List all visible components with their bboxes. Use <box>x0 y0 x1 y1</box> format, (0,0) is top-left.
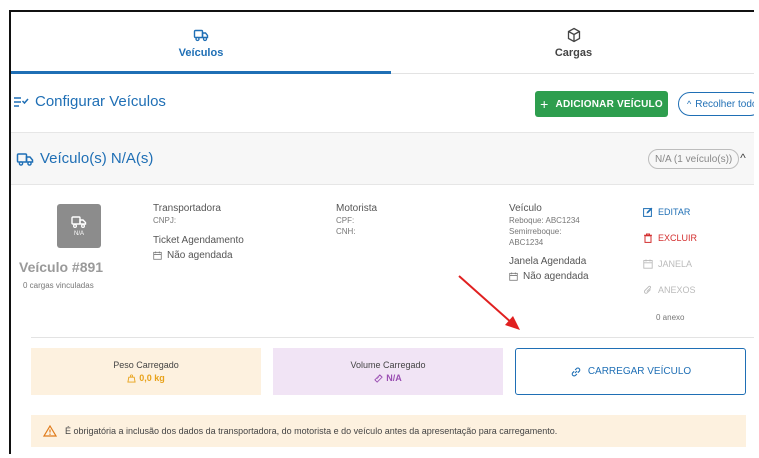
volume-value: N/A <box>386 373 402 383</box>
janela-button[interactable]: JANELA <box>643 257 743 270</box>
volume-value-row: N/A <box>374 373 402 383</box>
chevron-up-icon[interactable]: ^ <box>735 147 751 169</box>
tab-bar: Veículos Cargas <box>11 12 754 74</box>
peso-label: Peso Carregado <box>113 360 179 370</box>
anexos-label: ANEXOS <box>658 284 696 295</box>
tab-cargas[interactable]: Cargas <box>391 12 754 74</box>
tab-veiculos-label: Veículos <box>178 47 224 59</box>
vehicle-avatar-text: N/A <box>73 231 84 237</box>
tab-veiculos[interactable]: Veículos <box>11 12 391 74</box>
peso-value: 0,0 kg <box>139 373 165 383</box>
veiculo-label: Veículo <box>509 203 542 214</box>
ruler-icon <box>374 373 383 383</box>
transportadora-label: Transportadora <box>153 203 221 214</box>
vehicle-panel-title-text: Veículo(s) N/A(s) <box>40 150 154 167</box>
semirreboque-label: Semirreboque: <box>509 227 562 236</box>
cnh-label: CNH: <box>336 227 356 236</box>
box-icon <box>567 27 580 43</box>
vehicle-cargas-count: 0 cargas vinculadas <box>23 281 94 290</box>
weight-icon <box>127 373 136 383</box>
reboque-value: Reboque: ABC1234 <box>509 216 580 225</box>
config-header: Configurar Veículos + ADICIONAR VEÍCULO … <box>11 74 754 132</box>
warning-alert-text: É obrigatória a inclusão dos dados da tr… <box>65 426 558 436</box>
vehicle-avatar: N/A <box>57 204 101 248</box>
tab-cargas-label: Cargas <box>554 47 593 59</box>
edit-label: EDITAR <box>658 206 691 217</box>
truck-icon <box>193 29 209 42</box>
add-vehicle-label: ADICIONAR VEÍCULO <box>555 98 663 110</box>
truck-icon <box>16 152 34 166</box>
motorista-section: Motorista CPF: CNH: <box>336 203 377 236</box>
calendar-icon <box>643 259 653 269</box>
warning-alert: É obrigatória a inclusão dos dados da tr… <box>31 415 746 447</box>
app-frame: Veículos Cargas Configurar Veículos + AD… <box>9 10 754 454</box>
ticket-label: Ticket Agendamento <box>153 235 244 246</box>
chevron-up-icon: ^ <box>687 99 692 109</box>
vehicle-name: Veículo #891 <box>19 259 104 275</box>
config-title: Configurar Veículos <box>13 93 166 110</box>
config-title-text: Configurar Veículos <box>35 93 166 110</box>
edit-button[interactable]: EDITAR <box>643 205 743 218</box>
janela-action-label: JANELA <box>658 258 693 269</box>
transportadora-section: Transportadora CNPJ: Ticket Agendamento … <box>153 203 244 261</box>
vehicle-panel-title: Veículo(s) N/A(s) <box>16 150 153 167</box>
peso-carregado-box: Peso Carregado 0,0 kg <box>31 348 261 395</box>
link-icon <box>571 367 581 376</box>
section-divider <box>31 337 754 338</box>
anexos-button[interactable]: ANEXOS <box>643 283 743 296</box>
ticket-status: Não agendada <box>153 250 244 261</box>
checklist-icon <box>14 96 29 107</box>
janela-value: Não agendada <box>523 271 589 282</box>
load-vehicle-label: CARREGAR VEÍCULO <box>587 366 692 377</box>
vehicle-actions: EDITAR EXCLUIR JANELA ANEXOS <box>643 205 743 309</box>
motorista-label: Motorista <box>336 203 378 214</box>
cnpj-label: CNPJ: <box>153 216 177 225</box>
collapse-all-button[interactable]: ^ Recolher todos <box>678 92 754 116</box>
vehicle-panel: Veículo(s) N/A(s) N/A (1 veículo(s)) ^ N… <box>11 132 754 454</box>
warning-icon <box>43 425 57 437</box>
volume-carregado-box: Volume Carregado N/A <box>273 348 503 395</box>
truck-icon <box>71 216 87 229</box>
edit-icon <box>643 207 653 217</box>
volume-label: Volume Carregado <box>350 360 426 370</box>
plus-icon: + <box>540 96 549 112</box>
anexo-count: 0 anexo <box>656 313 685 322</box>
delete-label: EXCLUIR <box>658 232 698 243</box>
veiculo-section: Veículo Reboque: ABC1234 Semirreboque: A… <box>509 203 619 282</box>
janela-label: Janela Agendada <box>509 256 587 267</box>
vehicle-count-chip: N/A (1 veículo(s)) <box>648 149 740 169</box>
add-vehicle-button[interactable]: + ADICIONAR VEÍCULO <box>535 91 668 117</box>
janela-status: Não agendada <box>509 271 619 282</box>
ticket-value: Não agendada <box>167 250 233 261</box>
trash-icon <box>644 233 652 243</box>
paperclip-icon <box>643 285 652 294</box>
vehicle-panel-header[interactable]: Veículo(s) N/A(s) N/A (1 veículo(s)) ^ <box>11 133 754 185</box>
calendar-icon <box>153 251 162 260</box>
collapse-all-label: Recolher todos <box>695 98 754 110</box>
calendar-icon <box>509 272 518 281</box>
delete-button[interactable]: EXCLUIR <box>643 231 743 244</box>
cpf-label: CPF: <box>336 216 355 225</box>
load-vehicle-button[interactable]: CARREGAR VEÍCULO <box>515 348 746 395</box>
semirreboque-value: ABC1234 <box>509 238 544 247</box>
peso-value-row: 0,0 kg <box>127 373 165 383</box>
